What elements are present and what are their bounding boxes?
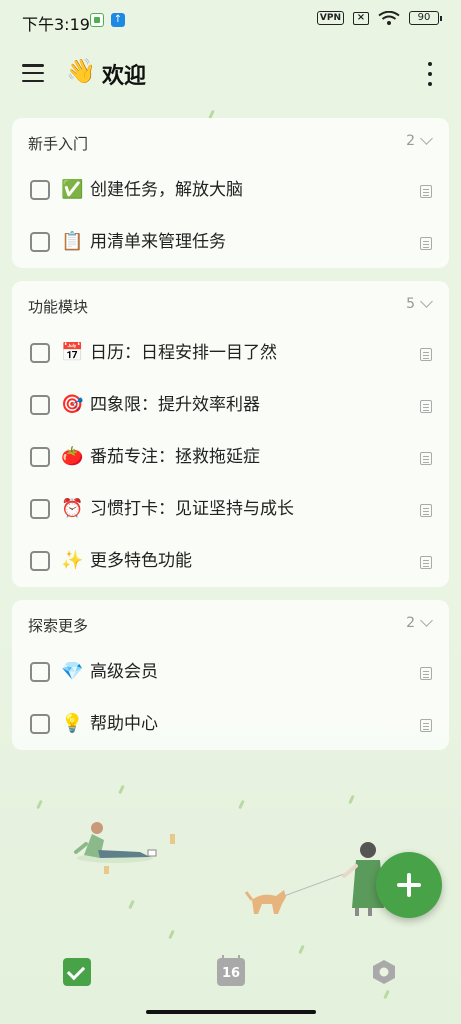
task-item[interactable]: 💡 帮助中心	[12, 700, 449, 752]
section-count: 2	[406, 133, 415, 149]
home-indicator	[146, 1010, 316, 1014]
tasks-tab-icon[interactable]	[63, 958, 91, 986]
wave-hand-icon: 👋	[66, 57, 96, 85]
task-item[interactable]: 🍅 番茄专注：拯救拖延症	[12, 433, 449, 485]
task-label: 用清单来管理任务	[90, 232, 226, 252]
note-icon	[420, 504, 432, 517]
task-checkbox[interactable]	[30, 551, 50, 571]
vpn-icon: VPN	[316, 11, 344, 25]
task-item[interactable]: 📅 日历：日程安排一目了然	[12, 329, 449, 381]
menu-icon[interactable]	[22, 64, 44, 82]
task-emoji-icon: 📋	[61, 231, 84, 252]
chevron-down-icon	[420, 132, 433, 145]
page-title: 欢迎	[102, 64, 147, 89]
app-header: 👋 欢迎	[0, 48, 461, 98]
note-icon	[420, 185, 432, 198]
status-time: 下午3:19	[22, 15, 90, 34]
section-title: 功能模块	[28, 298, 89, 316]
task-emoji-icon: 🎯	[61, 394, 84, 415]
task-checkbox[interactable]	[30, 343, 50, 363]
task-checkbox[interactable]	[30, 180, 50, 200]
note-icon	[420, 667, 432, 680]
upload-notification-icon: ↑	[111, 13, 125, 27]
status-icons: VPN × 90	[316, 11, 442, 25]
task-emoji-icon: ✅	[61, 179, 84, 200]
task-checkbox[interactable]	[30, 447, 50, 467]
task-item[interactable]: 🎯 四象限：提升效率利器	[12, 381, 449, 433]
settings-tab-icon[interactable]	[370, 958, 398, 986]
task-label: 日历：日程安排一目了然	[90, 343, 277, 363]
note-icon	[420, 348, 432, 361]
section-title: 探索更多	[28, 617, 89, 635]
chevron-down-icon	[420, 614, 433, 627]
task-item[interactable]: 📋 用清单来管理任务	[12, 218, 449, 270]
task-label: 帮助中心	[90, 714, 158, 734]
note-icon	[420, 556, 432, 569]
section-count: 2	[406, 615, 415, 631]
task-checkbox[interactable]	[30, 499, 50, 519]
task-label: 创建任务，解放大脑	[90, 180, 243, 200]
note-icon	[420, 237, 432, 250]
wifi-icon	[378, 11, 400, 25]
battery-icon: 90	[409, 11, 442, 25]
section-title: 新手入门	[28, 135, 89, 153]
add-task-button[interactable]	[376, 852, 442, 918]
task-label: 更多特色功能	[90, 551, 192, 571]
note-icon	[420, 452, 432, 465]
task-checkbox[interactable]	[30, 232, 50, 252]
section-card: 新手入门 2 ✅ 创建任务，解放大脑 📋 用清单来管理任务	[12, 118, 449, 268]
task-label: 四象限：提升效率利器	[90, 395, 260, 415]
task-emoji-icon: ✨	[61, 550, 84, 571]
no-sim-icon: ×	[353, 11, 369, 25]
task-label: 高级会员	[90, 662, 158, 682]
notification-app-icon	[90, 13, 104, 27]
task-emoji-icon: 📅	[61, 342, 84, 363]
task-item[interactable]: ✅ 创建任务，解放大脑	[12, 166, 449, 218]
calendar-tab-icon[interactable]: 16	[217, 955, 245, 986]
section-header[interactable]: 探索更多 2	[12, 600, 449, 648]
section-header[interactable]: 新手入门 2	[12, 118, 449, 166]
note-icon	[420, 719, 432, 732]
task-emoji-icon: 💡	[61, 713, 84, 734]
section-count: 5	[406, 296, 415, 312]
task-emoji-icon: ⏰	[61, 498, 84, 519]
task-checkbox[interactable]	[30, 662, 50, 682]
task-checkbox[interactable]	[30, 714, 50, 734]
task-item[interactable]: ✨ 更多特色功能	[12, 537, 449, 589]
task-emoji-icon: 💎	[61, 661, 84, 682]
task-item[interactable]: 💎 高级会员	[12, 648, 449, 700]
bottom-navigation: 16	[0, 940, 461, 1004]
section-card: 探索更多 2 💎 高级会员 💡 帮助中心	[12, 600, 449, 750]
task-label: 习惯打卡：见证坚持与成长	[90, 499, 294, 519]
more-options-icon[interactable]	[421, 62, 439, 86]
section-card: 功能模块 5 📅 日历：日程安排一目了然 🎯 四象限：提升效率利器 🍅 番茄专注…	[12, 281, 449, 587]
task-item[interactable]: ⏰ 习惯打卡：见证坚持与成长	[12, 485, 449, 537]
section-header[interactable]: 功能模块 5	[12, 281, 449, 329]
note-icon	[420, 400, 432, 413]
chevron-down-icon	[420, 295, 433, 308]
task-emoji-icon: 🍅	[61, 446, 84, 467]
task-checkbox[interactable]	[30, 395, 50, 415]
status-bar: 下午3:19 ↑ VPN × 90	[0, 0, 461, 40]
task-label: 番茄专注：拯救拖延症	[90, 447, 260, 467]
